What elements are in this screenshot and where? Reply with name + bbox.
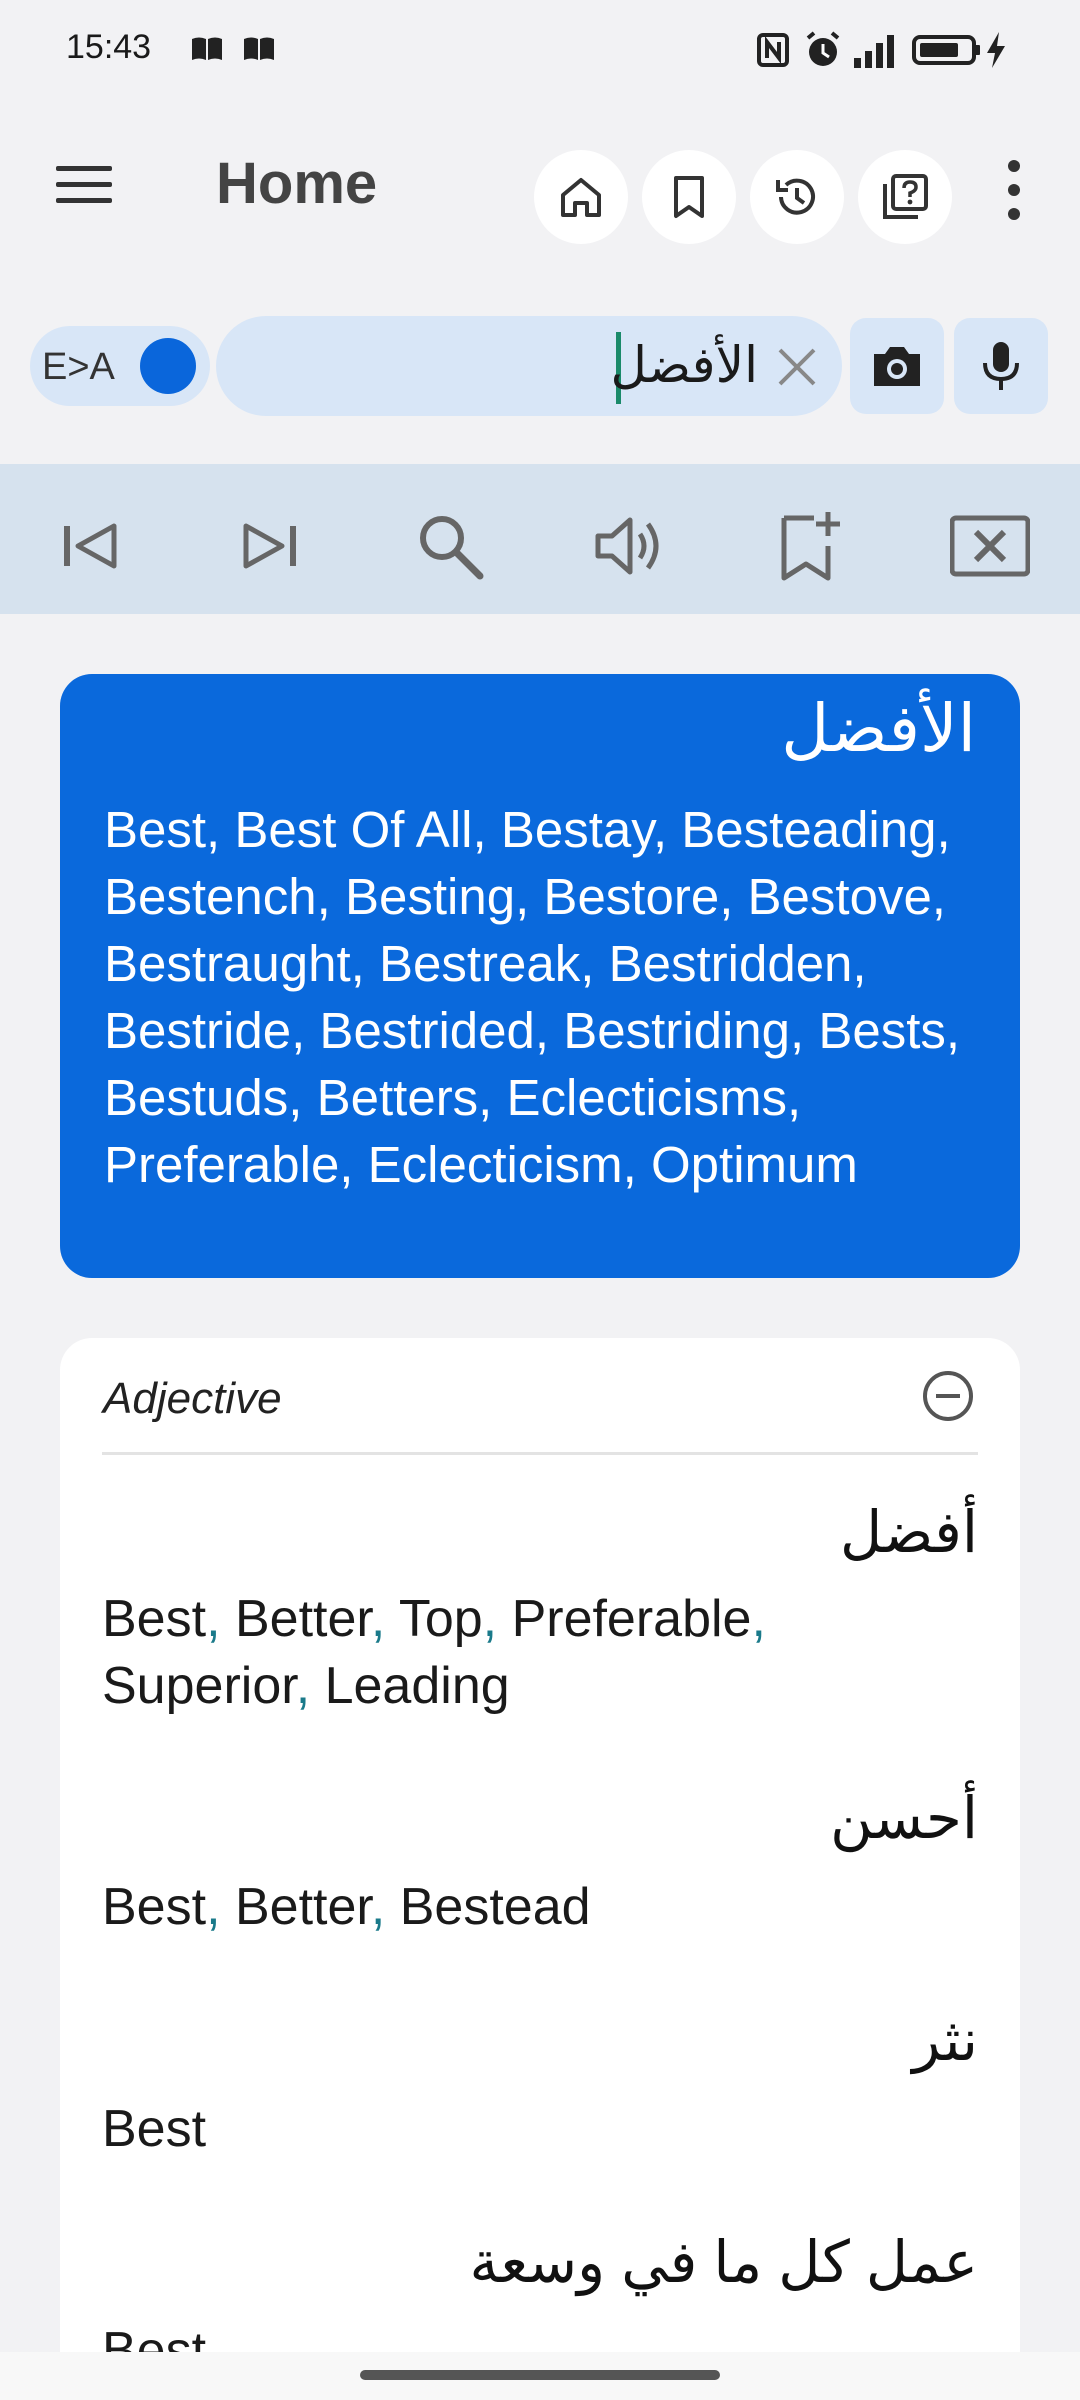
separator: , bbox=[370, 1878, 400, 1936]
book-icon bbox=[244, 37, 274, 60]
history-button[interactable] bbox=[750, 150, 844, 244]
headword: الأفضل bbox=[781, 691, 976, 765]
entry-arabic: نثر bbox=[912, 2008, 978, 2073]
speaker-icon[interactable] bbox=[590, 506, 670, 586]
camera-button[interactable] bbox=[850, 318, 944, 414]
nfc-icon bbox=[757, 33, 789, 67]
history-icon bbox=[776, 178, 815, 215]
close-box-icon[interactable] bbox=[950, 506, 1030, 586]
collapse-icon[interactable] bbox=[920, 1368, 976, 1424]
translation-word[interactable]: Best bbox=[102, 2100, 206, 2158]
status-time: 15:43 bbox=[66, 28, 152, 66]
search-field[interactable]: الأفضل bbox=[216, 316, 842, 416]
translation-list: Best, Best Of All, Bestay, Besteading, B… bbox=[104, 801, 961, 1193]
translation-word[interactable]: Leading bbox=[325, 1657, 510, 1715]
bookmarks-button[interactable] bbox=[642, 150, 736, 244]
entry-arabic: أحسن bbox=[830, 1786, 978, 1851]
camera-icon bbox=[874, 347, 920, 386]
separator: , bbox=[482, 1590, 512, 1648]
search-row: E>A الأفضل bbox=[0, 316, 1080, 416]
menu-icon[interactable] bbox=[56, 164, 112, 206]
page-title: Home bbox=[216, 151, 378, 216]
translation-word[interactable]: Top bbox=[399, 1590, 483, 1648]
translation-word[interactable]: Preferable bbox=[512, 1590, 752, 1648]
home-icon bbox=[561, 178, 601, 217]
skip-previous-icon[interactable] bbox=[50, 506, 130, 586]
status-bar: 15:43 bbox=[0, 0, 1080, 100]
search-input[interactable]: الأفضل bbox=[610, 336, 758, 394]
language-toggle[interactable]: E>A bbox=[30, 326, 210, 406]
battery-icon bbox=[912, 35, 980, 65]
bookmark-add-icon[interactable] bbox=[770, 506, 850, 586]
translation-word[interactable]: Better bbox=[235, 1590, 371, 1648]
translation-summary-card: الأفضل Best, Best Of All, Bestay, Bestea… bbox=[60, 674, 1020, 1278]
signal-icon bbox=[854, 35, 894, 68]
app-bar: Home bbox=[0, 130, 1080, 244]
part-of-speech-label: Adjective bbox=[103, 1374, 282, 1423]
clear-icon[interactable] bbox=[774, 344, 820, 390]
home-button[interactable] bbox=[534, 150, 628, 244]
skip-next-icon[interactable] bbox=[230, 506, 310, 586]
toggle-knob bbox=[140, 338, 196, 394]
search-icon[interactable] bbox=[410, 506, 490, 586]
divider bbox=[102, 1452, 978, 1455]
translation-word[interactable]: Best bbox=[102, 1878, 206, 1936]
book-icon bbox=[192, 37, 222, 60]
separator: , bbox=[370, 1590, 399, 1648]
entry-arabic: أفضل bbox=[839, 1500, 978, 1565]
bookmark-icon bbox=[674, 176, 704, 218]
entry-translations: Best bbox=[102, 2096, 962, 2163]
separator: , bbox=[206, 1878, 235, 1936]
language-direction-label: E>A bbox=[42, 346, 115, 388]
microphone-button[interactable] bbox=[954, 318, 1048, 414]
word-toolbar bbox=[0, 464, 1080, 614]
separator: , bbox=[206, 1590, 235, 1648]
translation-word[interactable]: Bestead bbox=[400, 1878, 591, 1936]
entry-translations: Best, Better, Top, Preferable, Superior,… bbox=[102, 1586, 962, 1720]
entry-translations: Best, Better, Bestead bbox=[102, 1874, 962, 1941]
separator: , bbox=[295, 1657, 325, 1715]
quiz-button[interactable] bbox=[858, 150, 952, 244]
navigation-bar bbox=[0, 2352, 1080, 2400]
alarm-icon bbox=[806, 31, 840, 66]
translation-word[interactable]: Best bbox=[102, 1590, 206, 1648]
entry-arabic: عمل كل ما في وسعة bbox=[469, 2230, 978, 2295]
quiz-icon bbox=[883, 174, 928, 219]
separator: , bbox=[751, 1590, 766, 1648]
overflow-icon[interactable] bbox=[996, 154, 1032, 226]
microphone-icon bbox=[983, 342, 1019, 390]
home-indicator[interactable] bbox=[360, 2370, 720, 2380]
part-of-speech-card: Adjective أفضل Best, Better, Top, Prefer… bbox=[60, 1338, 1020, 2400]
translation-word[interactable]: Superior bbox=[102, 1657, 296, 1715]
charging-icon bbox=[987, 32, 1005, 68]
translation-word[interactable]: Better bbox=[235, 1878, 371, 1936]
